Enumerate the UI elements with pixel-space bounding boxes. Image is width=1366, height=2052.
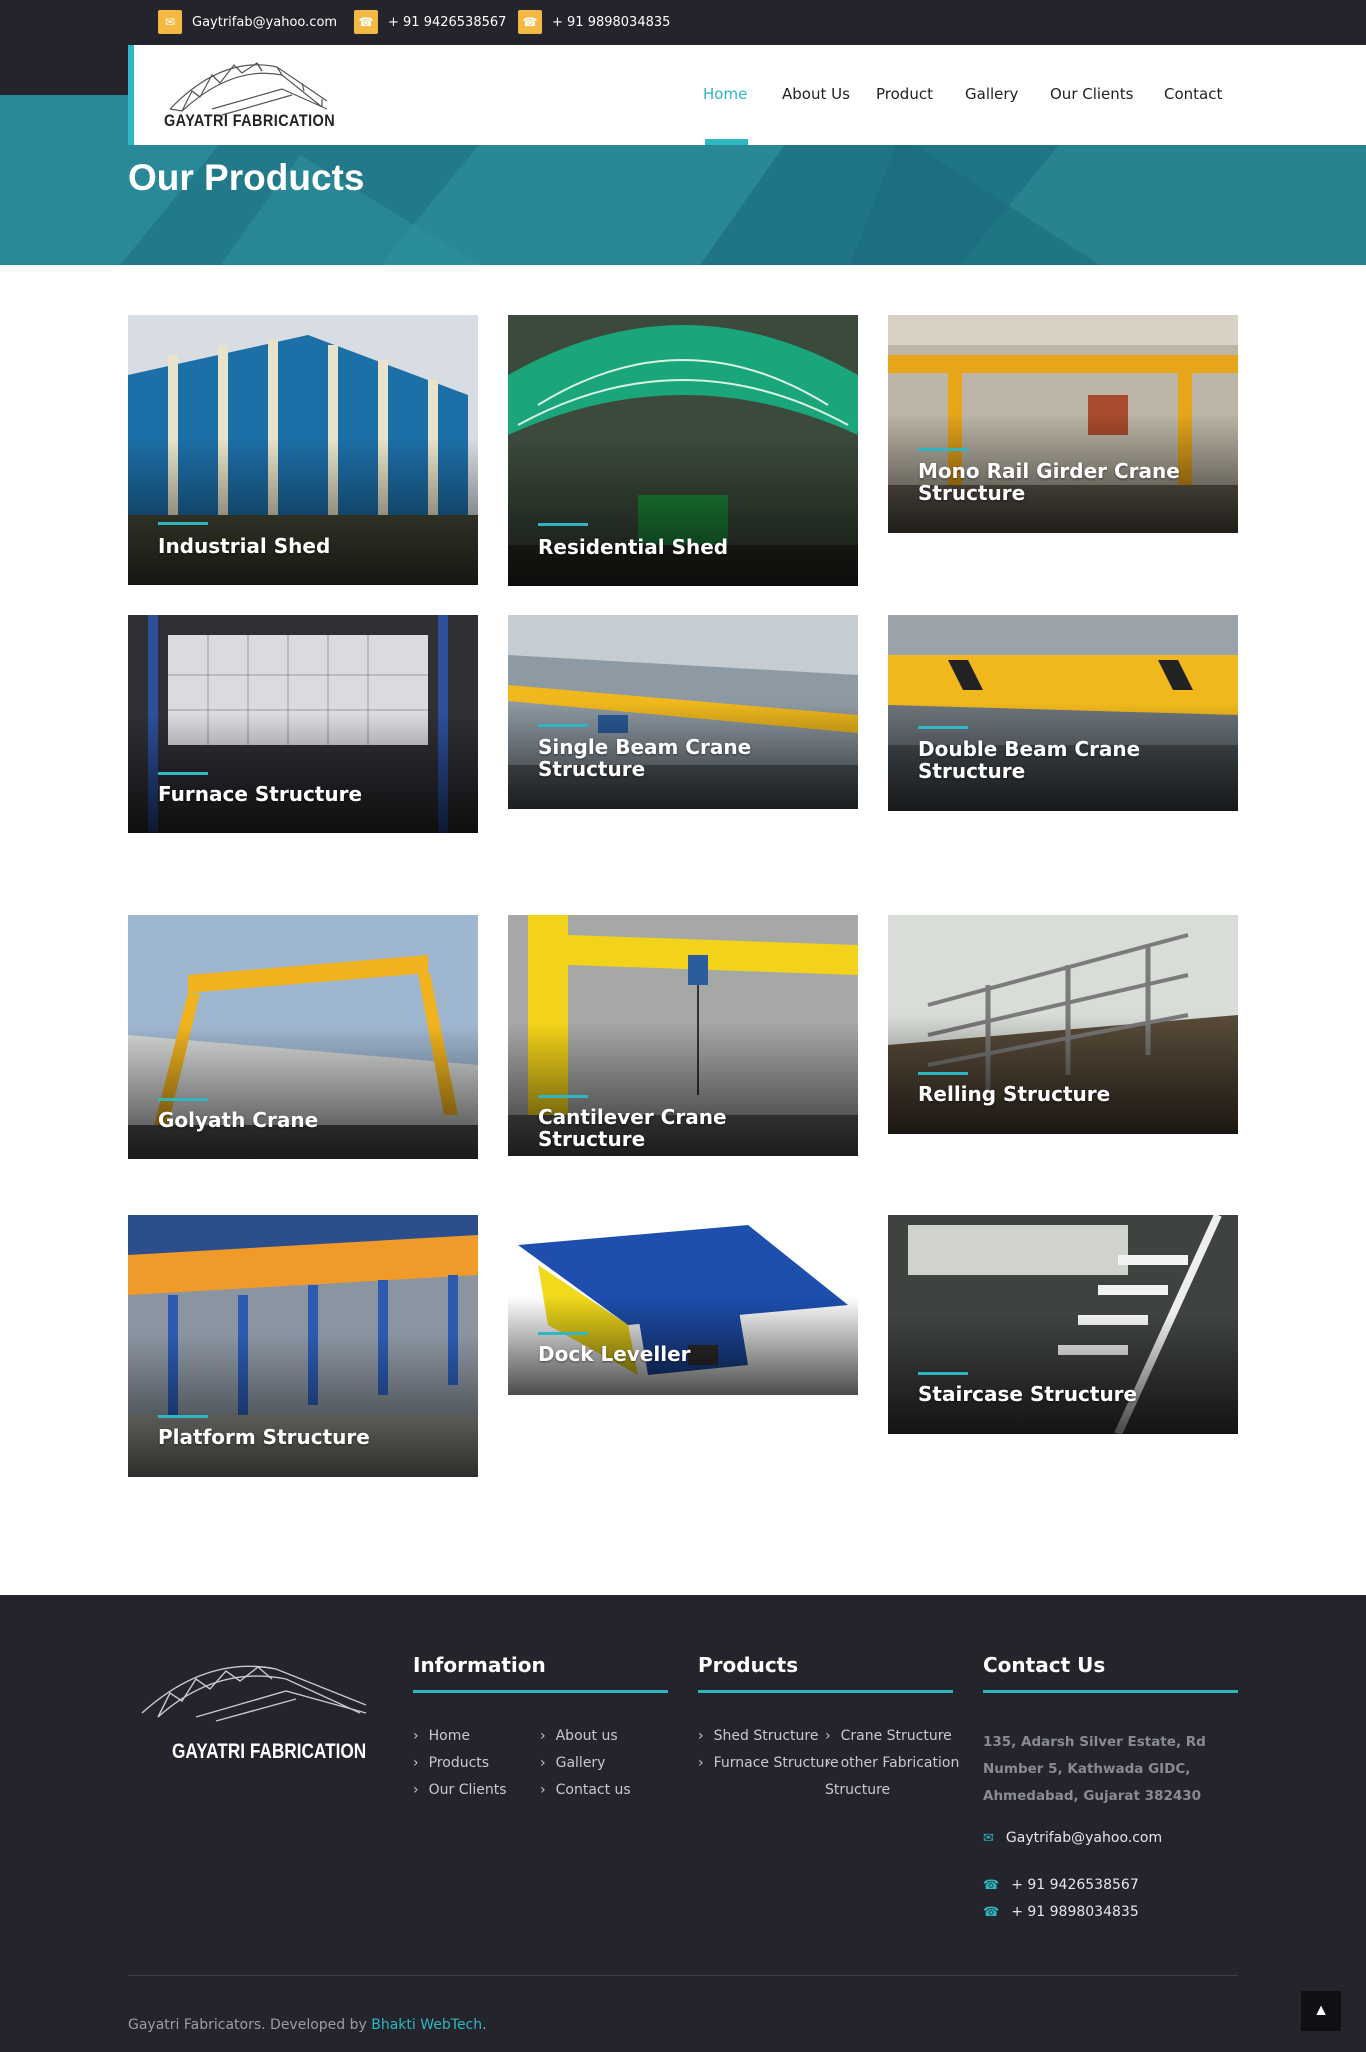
page-title: Our Products [128,157,365,198]
phone-icon: ☎ [354,10,378,34]
footer-link-contact-us[interactable]: Contact us [540,1782,631,1798]
product-card-furnace-structure[interactable]: Furnace Structure [128,615,478,833]
footer-link-about-us[interactable]: About us [540,1728,618,1744]
footer-link-furnace-structure[interactable]: Furnace Structure [698,1755,839,1771]
footer-email-text: Gaytrifab@yahoo.com [1005,1830,1163,1846]
card-accent-bar [158,522,208,525]
product-card-residential-shed[interactable]: Residential Shed [508,315,858,586]
footer-email[interactable]: ✉ Gaytrifab@yahoo.com [983,1830,1162,1846]
card-accent-bar [918,1372,968,1375]
product-card-platform-structure[interactable]: Platform Structure [128,1215,478,1477]
card-title: Single Beam Crane Structure [538,735,752,781]
footer-address: 135, Adarsh Silver Estate, Rd Number 5, … [983,1734,1206,1804]
footer-link-other-fabrication-cont[interactable]: Structure [825,1782,890,1798]
card-overlay [128,436,478,585]
footer-brand-name: GAYATRI FABRICATION [172,1740,367,1763]
footer-phone-1-text: + 91 9426538567 [1011,1877,1139,1893]
nav-product[interactable]: Product [876,85,933,103]
card-title: Mono Rail Girder Crane Structure [918,459,1180,505]
footer-products-divider [698,1690,953,1693]
footer-divider [128,1975,1238,1976]
product-card-golyath-crane[interactable]: Golyath Crane [128,915,478,1159]
card-overlay [128,1332,478,1477]
footer-link-products[interactable]: Products [413,1755,489,1771]
card-title: Relling Structure [918,1082,1111,1106]
phone-icon: ☎ [518,10,542,34]
nav-home[interactable]: Home [703,85,747,103]
footer-copyright: Gayatri Fabricators. Developed by Bhakti… [128,2017,487,2033]
topbar-email-text: Gaytrifab@yahoo.com [192,14,338,30]
card-accent-bar [918,448,968,451]
footer-link-other-fabrication[interactable]: other Fabrication [825,1755,960,1771]
footer-brand-logo[interactable] [136,1657,372,1737]
topbar-phone-2-text: + 91 9898034835 [552,14,671,30]
nav-active-indicator [705,139,748,145]
card-title: Double Beam Crane Structure [918,737,1141,783]
card-accent-bar [158,1415,208,1418]
site-footer: GAYATRI FABRICATION Information Home Abo… [0,1595,1366,2052]
arrow-up-icon: ▲ [1313,2002,1329,2019]
product-card-cantilever-crane[interactable]: Cantilever Crane Structure [508,915,858,1156]
envelope-icon: ✉ [158,10,182,34]
card-accent-bar [918,726,968,729]
footer-link-our-clients[interactable]: Our Clients [413,1782,507,1798]
nav-gallery[interactable]: Gallery [965,85,1018,103]
site-header: GAYATRI FABRICATION Home About Us Produc… [128,45,1366,145]
product-card-double-beam-crane[interactable]: Double Beam Crane Structure [888,615,1238,811]
product-card-dock-leveller[interactable]: Dock Leveller [508,1215,858,1395]
nav-contact[interactable]: Contact [1164,85,1222,103]
card-accent-bar [538,724,588,727]
footer-information-title: Information [413,1653,546,1677]
footer-link-shed-structure[interactable]: Shed Structure [698,1728,819,1744]
footer-phone-2-text: + 91 9898034835 [1011,1904,1139,1920]
footer-link-crane-structure[interactable]: Crane Structure [825,1728,952,1744]
product-card-industrial-shed[interactable]: Industrial Shed [128,315,478,585]
card-accent-bar [538,523,588,526]
card-accent-bar [158,772,208,775]
card-accent-bar [538,1095,588,1098]
footer-information-divider [413,1690,668,1693]
product-card-single-beam-crane[interactable]: Single Beam Crane Structure [508,615,858,809]
developer-link[interactable]: Bhakti WebTech [371,2017,482,2033]
card-accent-bar [918,1072,968,1075]
card-title: Industrial Shed [158,534,331,558]
phone-icon: ☎ [983,1904,1000,1920]
card-accent-bar [538,1332,588,1335]
phone-icon: ☎ [983,1877,1000,1893]
footer-contact-divider [983,1690,1238,1693]
card-accent-bar [158,1098,208,1101]
footer-phone-1[interactable]: ☎ + 91 9426538567 [983,1877,1139,1893]
copyright-period: . [482,2017,487,2033]
nav-about-us[interactable]: About Us [782,85,850,103]
product-card-mono-rail-girder-crane[interactable]: Mono Rail Girder Crane Structure [888,315,1238,533]
header-dark-strip [0,45,128,95]
copyright-text: Gayatri Fabricators. Developed by [128,2017,367,2033]
footer-link-home[interactable]: Home [413,1728,470,1744]
card-title: Residential Shed [538,535,729,559]
topbar-email[interactable]: ✉ Gaytrifab@yahoo.com [158,10,337,34]
card-title: Platform Structure [158,1425,370,1449]
card-title: Furnace Structure [158,782,363,806]
card-title: Dock Leveller [538,1342,691,1366]
topbar-phone-2[interactable]: ☎ + 91 9898034835 [518,10,670,34]
card-title: Staircase Structure [918,1382,1138,1406]
card-overlay [128,1024,478,1159]
footer-contact-title: Contact Us [983,1653,1106,1677]
product-card-staircase-structure[interactable]: Staircase Structure [888,1215,1238,1434]
topbar-phone-1[interactable]: ☎ + 91 9426538567 [354,10,506,34]
envelope-icon: ✉ [983,1830,994,1846]
nav-our-clients[interactable]: Our Clients [1050,85,1134,103]
card-title: Cantilever Crane Structure [538,1105,727,1151]
topbar-phone-1-text: + 91 9426538567 [388,14,507,30]
product-card-relling-structure[interactable]: Relling Structure [888,915,1238,1134]
footer-products-title: Products [698,1653,799,1677]
top-bar: ✉ Gaytrifab@yahoo.com ☎ + 91 9426538567 … [0,0,1366,45]
footer-link-gallery[interactable]: Gallery [540,1755,606,1771]
scroll-to-top-button[interactable]: ▲ [1301,1991,1341,2031]
card-title: Golyath Crane [158,1108,319,1132]
card-overlay [508,436,858,586]
footer-phone-2[interactable]: ☎ + 91 9898034835 [983,1904,1139,1920]
brand-name: GAYATRI FABRICATION [164,111,336,130]
